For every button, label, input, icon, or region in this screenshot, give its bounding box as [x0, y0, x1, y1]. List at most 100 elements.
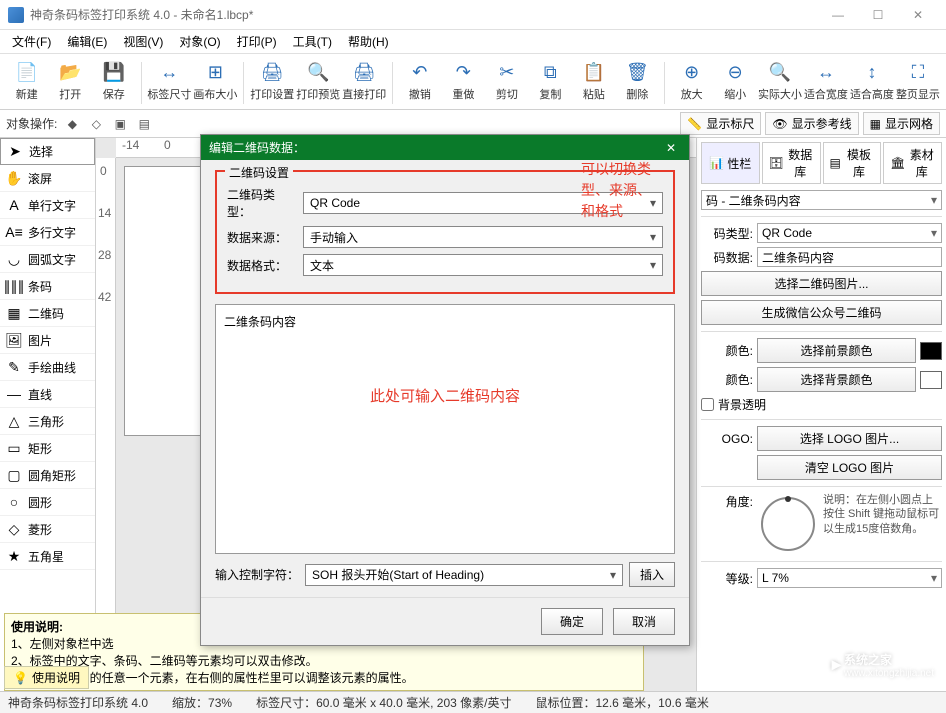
fg-color-swatch[interactable]	[920, 342, 942, 360]
toolbar-打印预览[interactable]: 🔍打印预览	[296, 58, 340, 104]
toolbar-打开[interactable]: 📂打开	[50, 58, 92, 104]
tool-滚屏[interactable]: ✋滚屏	[0, 165, 95, 192]
tool-圆角矩形[interactable]: ▢圆角矩形	[0, 462, 95, 489]
tool-icon: ▭	[6, 440, 22, 456]
code-type-select[interactable]: QR Code	[757, 223, 942, 243]
pick-logo-button[interactable]: 选择 LOGO 图片...	[757, 426, 942, 451]
toolbar-适合高度[interactable]: ↕适合高度	[850, 58, 894, 104]
toolbar-画布大小[interactable]: ⊞画布大小	[193, 58, 237, 104]
tab-database[interactable]: 🗄数据库	[762, 142, 821, 184]
close-button[interactable]: ✕	[898, 0, 938, 30]
toggle-guides[interactable]: 👁显示参考线	[765, 112, 858, 135]
maximize-button[interactable]: ☐	[858, 0, 898, 30]
menu-view[interactable]: 视图(V)	[115, 33, 171, 50]
tool-条码[interactable]: ∥∥∥条码	[0, 273, 95, 300]
align-icon[interactable]: ▣	[111, 115, 129, 133]
menu-object[interactable]: 对象(O)	[171, 33, 228, 50]
tool-圆形[interactable]: ○圆形	[0, 489, 95, 516]
tab-properties[interactable]: 📊性栏	[701, 142, 760, 184]
clear-logo-button[interactable]: 清空 LOGO 图片	[757, 455, 942, 480]
toolbar-适合宽度[interactable]: ↔适合宽度	[804, 58, 848, 104]
menu-tools[interactable]: 工具(T)	[285, 33, 340, 50]
toolbar-复制[interactable]: ⧉复制	[530, 58, 572, 104]
status-size: 标签尺寸：60.0 毫米 x 40.0 毫米, 203 像素/英寸	[256, 694, 511, 711]
tool-icon: 🖼	[6, 332, 22, 348]
gen-wechat-qr-button[interactable]: 生成微信公众号二维码	[701, 300, 942, 325]
control-char-select[interactable]: SOH 报头开始(Start of Heading)	[305, 564, 623, 586]
toolbar-icon: 💾	[102, 60, 126, 84]
pick-fg-color-button[interactable]: 选择前景颜色	[757, 338, 916, 363]
cancel-button[interactable]: 取消	[613, 608, 675, 635]
toolbar-icon: ↶	[408, 60, 432, 84]
pick-bg-color-button[interactable]: 选择背景颜色	[757, 367, 916, 392]
tool-单行文字[interactable]: A单行文字	[0, 192, 95, 219]
bg-color-swatch[interactable]	[920, 371, 942, 389]
status-zoom: 缩放：73%	[172, 694, 232, 711]
toolbar-新建[interactable]: 📄新建	[6, 58, 48, 104]
bg-transparent-checkbox[interactable]	[701, 398, 714, 411]
edit-qr-data-dialog: 编辑二维码数据： ✕ 二维码设置 二维码类型：QR Code 数据来源：手动输入…	[200, 134, 690, 646]
tab-templates[interactable]: ▤模板库	[823, 142, 882, 184]
tool-icon: ▢	[6, 467, 22, 483]
object-type-select[interactable]: 码 - 二维条码内容	[701, 190, 942, 210]
toolbar-icon: 🗑	[625, 60, 649, 84]
toolbar-整页显示[interactable]: ⛶整页显示	[896, 58, 940, 104]
toolbar-直接打印[interactable]: 🖨直接打印	[342, 58, 386, 104]
tab-assets[interactable]: 🏛素材库	[883, 142, 942, 184]
tool-手绘曲线[interactable]: ✎手绘曲线	[0, 354, 95, 381]
tool-直线[interactable]: —直线	[0, 381, 95, 408]
menu-print[interactable]: 打印(P)	[229, 33, 285, 50]
toggle-grid[interactable]: ▦显示网格	[863, 112, 940, 135]
tool-多行文字[interactable]: A≡多行文字	[0, 219, 95, 246]
ec-level-select[interactable]: L 7%	[757, 568, 942, 588]
toolbar-标签尺寸[interactable]: ↔标签尺寸	[147, 58, 191, 104]
annotation-center: 此处可输入二维码内容	[216, 385, 674, 406]
toolbar-重做[interactable]: ↷重做	[443, 58, 485, 104]
menu-help[interactable]: 帮助(H)	[340, 33, 397, 50]
menu-edit[interactable]: 编辑(E)	[59, 33, 115, 50]
toolbar-实际大小[interactable]: 🔍实际大小	[758, 58, 802, 104]
toolbar-icon: ↷	[451, 60, 475, 84]
qr-content-textarea[interactable]: 二维条码内容 此处可输入二维码内容	[215, 304, 675, 554]
toolbar-缩小[interactable]: ⊖缩小	[714, 58, 756, 104]
toolbar-打印设置[interactable]: 🖨打印设置	[250, 58, 294, 104]
toolbar-icon: 📂	[58, 60, 82, 84]
layer-icon2[interactable]: ◇	[87, 115, 105, 133]
status-app: 神奇条码标签打印系统 4.0	[8, 694, 148, 711]
code-data-input[interactable]: 二维条码内容	[757, 247, 942, 267]
status-mouse: 鼠标位置：12.6 毫米，10.6 毫米	[535, 694, 708, 711]
tool-选择[interactable]: ➤选择	[0, 138, 95, 165]
tool-菱形[interactable]: ◇菱形	[0, 516, 95, 543]
data-format-select[interactable]: 文本	[303, 254, 663, 276]
align-icon2[interactable]: ▤	[135, 115, 153, 133]
minimize-button[interactable]: —	[818, 0, 858, 30]
insert-button[interactable]: 插入	[629, 562, 675, 587]
toolbar-icon: ⊖	[723, 60, 747, 84]
toolbar-剪切[interactable]: ✂剪切	[486, 58, 528, 104]
layer-icon[interactable]: ◆	[63, 115, 81, 133]
toolbar-撤销[interactable]: ↶撤销	[399, 58, 441, 104]
help-button[interactable]: 💡使用说明	[4, 666, 89, 689]
tool-三角形[interactable]: △三角形	[0, 408, 95, 435]
toolbar-删除[interactable]: 🗑删除	[617, 58, 659, 104]
tool-图片[interactable]: 🖼图片	[0, 327, 95, 354]
menu-file[interactable]: 文件(F)	[4, 33, 59, 50]
data-source-select[interactable]: 手动输入	[303, 226, 663, 248]
ok-button[interactable]: 确定	[541, 608, 603, 635]
toolbar-保存[interactable]: 💾保存	[93, 58, 135, 104]
toggle-ruler[interactable]: 📏显示标尺	[680, 112, 761, 135]
dialog-close-button[interactable]: ✕	[661, 141, 681, 155]
toolbar-icon: 📄	[15, 60, 39, 84]
dialog-titlebar[interactable]: 编辑二维码数据： ✕	[201, 135, 689, 160]
tool-icon: ✋	[6, 170, 22, 186]
angle-dial[interactable]	[761, 497, 815, 551]
toolbar-icon: 📋	[582, 60, 606, 84]
tool-二维码[interactable]: ▦二维码	[0, 300, 95, 327]
toolbar-放大[interactable]: ⊕放大	[671, 58, 713, 104]
toolbar-icon: ⧉	[538, 60, 562, 84]
tool-五角星[interactable]: ★五角星	[0, 543, 95, 570]
tool-圆弧文字[interactable]: ◡圆弧文字	[0, 246, 95, 273]
toolbar-粘贴[interactable]: 📋粘贴	[573, 58, 615, 104]
pick-qr-image-button[interactable]: 选择二维码图片...	[701, 271, 942, 296]
tool-矩形[interactable]: ▭矩形	[0, 435, 95, 462]
